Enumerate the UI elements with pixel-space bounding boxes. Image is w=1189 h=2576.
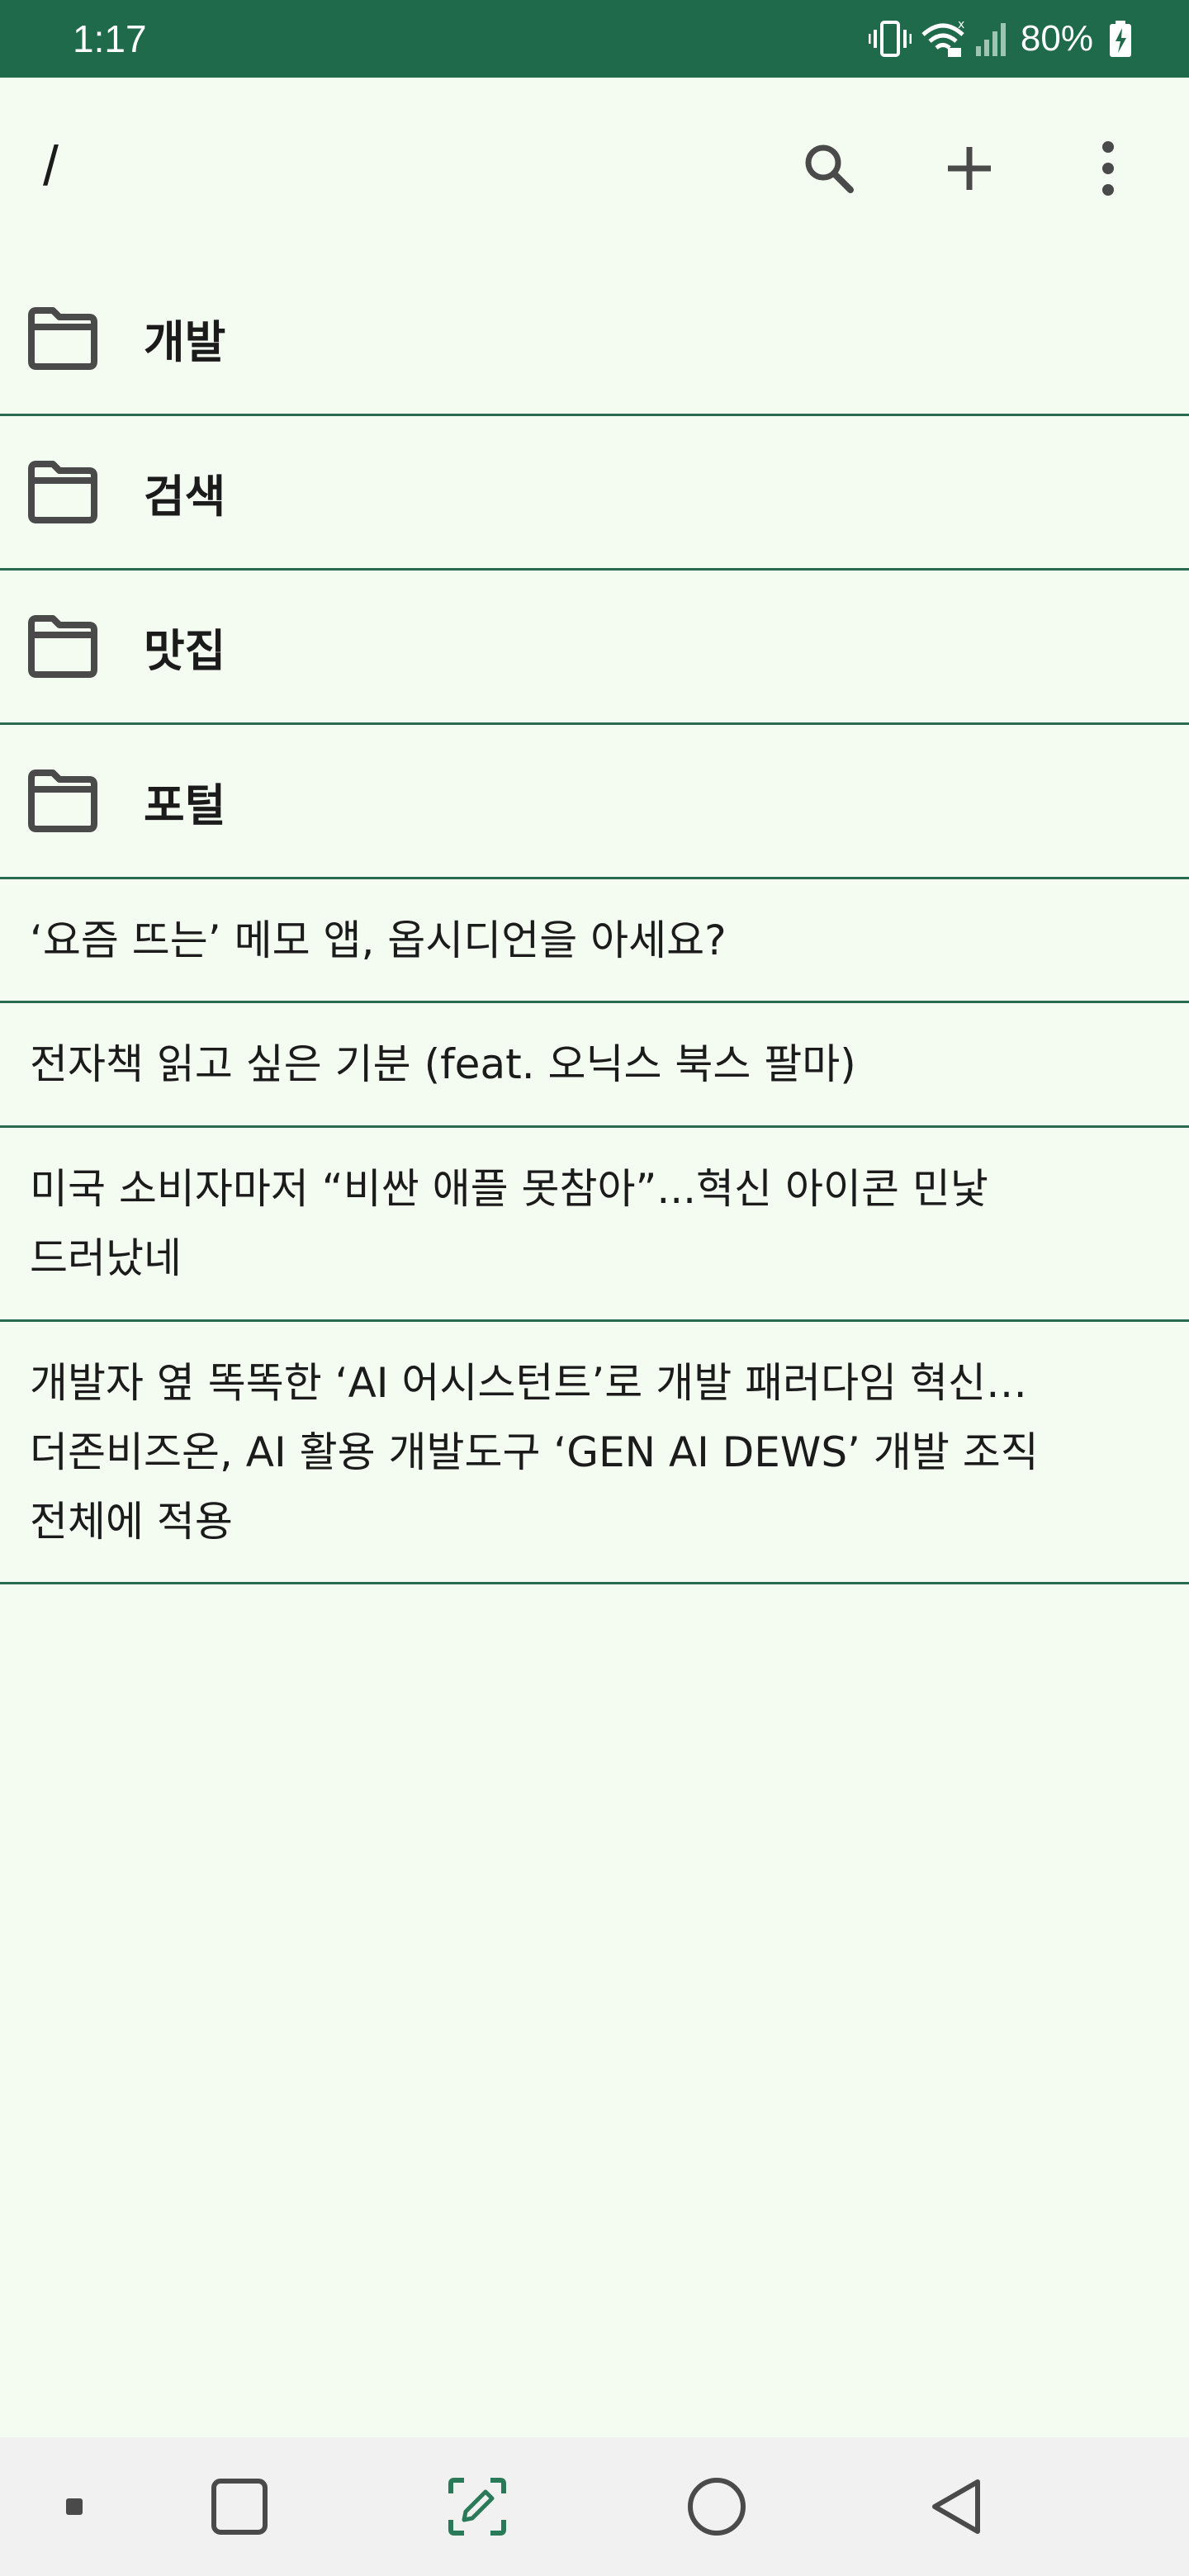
status-icons: x 80% [868,13,1133,64]
vibrate-icon [868,20,912,58]
wifi-icon: x [920,20,966,58]
more-vert-icon [1102,141,1114,196]
recent-apps-icon [211,2479,268,2535]
nav-dot-icon [66,2498,83,2515]
file-list: 개발 검색 맛집 포털 ‘요즘 뜨는’ 메모 앱, 옵시디언을 아세요? 전자책… [0,263,1189,1584]
folder-icon [26,768,99,834]
screenshot-edit-icon [448,2478,506,2536]
nav-dot-button[interactable] [50,2437,99,2576]
folder-icon [26,305,99,372]
folder-name: 개발 [144,316,226,368]
note-item[interactable]: 개발자 옆 똑똑한 ‘AI 어시스턴트’로 개발 패러다임 혁신… 더존비즈온,… [0,1322,1189,1584]
folder-name: 맛집 [144,624,226,677]
note-title: ‘요즘 뜨는’ 메모 앱, 옵시디언을 아세요? [30,916,727,964]
add-icon [948,147,991,190]
note-item[interactable]: 전자책 읽고 싶은 기분 (feat. 오닉스 북스 팔마) [0,1003,1189,1128]
search-button[interactable] [789,129,869,208]
system-nav-bar [0,2437,1189,2576]
folder-icon [26,613,99,680]
search-icon [805,144,854,193]
folder-item[interactable]: 검색 [0,416,1189,571]
note-title: 미국 소비자마저 “비싼 애플 못참아”...혁신 아이콘 민낯 드러났네 [30,1165,988,1282]
note-title: 개발자 옆 똑똑한 ‘AI 어시스턴트’로 개발 패러다임 혁신… 더존비즈온,… [30,1358,1039,1546]
signal-icon [974,20,1007,58]
app-bar: / [0,78,1189,263]
svg-text:x: x [958,20,964,31]
battery-charging-icon [1108,20,1133,58]
status-time: 1:17 [73,17,147,60]
folder-name: 포털 [144,779,226,831]
back-icon [932,2479,980,2534]
folder-item[interactable]: 포털 [0,725,1189,879]
folder-item[interactable]: 맛집 [0,571,1189,725]
page-title: / [43,135,59,197]
folder-icon [26,459,99,525]
home-button[interactable] [675,2437,758,2576]
note-item[interactable]: ‘요즘 뜨는’ 메모 앱, 옵시디언을 아세요? [0,879,1189,1003]
add-button[interactable] [930,129,1009,208]
back-button[interactable] [915,2437,997,2576]
folder-item[interactable]: 개발 [0,263,1189,416]
note-title: 전자책 읽고 싶은 기분 (feat. 오닉스 북스 팔마) [30,1040,856,1088]
status-bar: 1:17 x 80% [0,0,1189,78]
folder-name: 검색 [144,470,226,523]
more-options-button[interactable] [1068,129,1148,208]
home-icon [688,2478,746,2536]
recent-apps-button[interactable] [198,2437,281,2576]
screenshot-edit-button[interactable] [436,2437,519,2576]
note-item[interactable]: 미국 소비자마저 “비싼 애플 못참아”...혁신 아이콘 민낯 드러났네 [0,1128,1189,1322]
battery-percent: 80% [1020,18,1093,59]
